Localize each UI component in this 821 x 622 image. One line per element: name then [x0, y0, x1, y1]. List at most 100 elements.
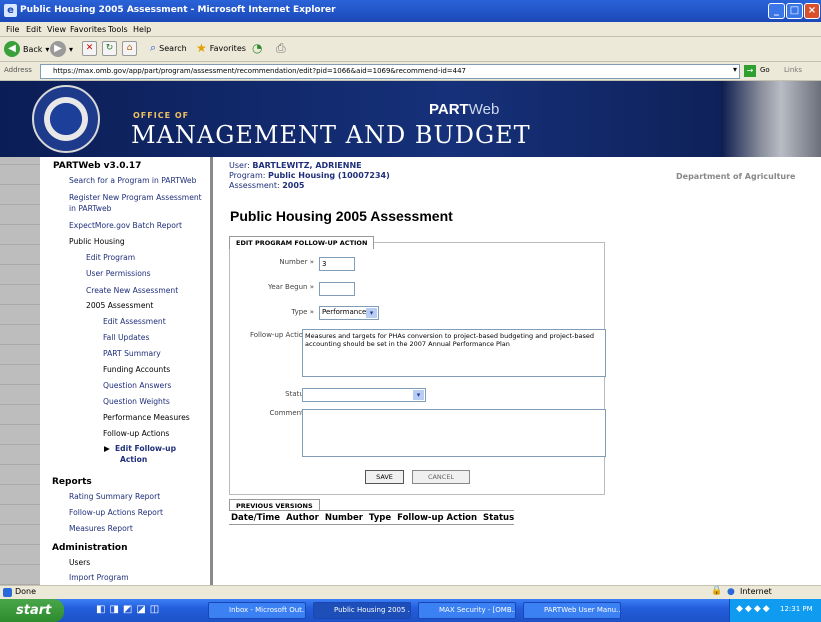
nav-user-permissions[interactable]: User Permissions: [86, 269, 151, 278]
back-button[interactable]: ◀ Back ▾: [4, 41, 49, 57]
chevron-down-icon: ▾: [366, 308, 377, 318]
nav-followup-actions[interactable]: Follow-up Actions: [103, 429, 169, 438]
menu-help[interactable]: Help: [133, 25, 151, 34]
nav-edit-followup-action[interactable]: Edit Follow-up: [115, 444, 176, 453]
followup-action-textarea[interactable]: Measures and targets for PHAs conversion…: [302, 329, 606, 377]
toolbar: ◀ Back ▾ ▶ ▾ ✕ ↻ ⌂ ⌕ Search ★ Favorites …: [0, 37, 821, 62]
nav-rating-summary-report[interactable]: Rating Summary Report: [69, 492, 160, 501]
minimize-button[interactable]: _: [768, 3, 785, 19]
system-tray: ◆◆◆◆ 12:31 PM: [729, 599, 821, 622]
start-button[interactable]: start: [0, 599, 64, 622]
home-button[interactable]: ⌂: [122, 41, 137, 56]
address-dropdown-icon[interactable]: ▾: [733, 65, 737, 74]
address-input[interactable]: https://max.omb.gov/app/part/program/ass…: [40, 64, 740, 79]
history-icon[interactable]: ◔: [252, 41, 262, 55]
year-begun-label: Year Begun »: [268, 283, 314, 291]
search-icon: ⌕: [150, 41, 157, 54]
window-title: Public Housing 2005 Assessment - Microso…: [20, 5, 336, 15]
number-label: Number »: [279, 258, 314, 266]
presidential-seal-icon: [32, 85, 100, 153]
menu-tools[interactable]: Tools: [108, 25, 128, 34]
links-button[interactable]: Links: [784, 66, 802, 74]
clock: 12:31 PM: [780, 605, 813, 613]
nav-question-weights[interactable]: Question Weights: [103, 397, 170, 406]
comments-textarea[interactable]: [302, 409, 606, 457]
go-arrow-icon[interactable]: →: [744, 65, 756, 77]
current-page-arrow-icon: ▶: [104, 444, 110, 453]
nav-edit-assessment[interactable]: Edit Assessment: [103, 317, 166, 326]
nav-administration-heading: Administration: [52, 543, 128, 553]
nav-followup-actions-report[interactable]: Follow-up Actions Report: [69, 508, 163, 517]
nav-measures-report[interactable]: Measures Report: [69, 524, 133, 533]
nav-2005-assessment: 2005 Assessment: [86, 301, 154, 310]
task-public-housing[interactable]: Public Housing 2005 ...: [313, 602, 411, 619]
omb-banner: OFFICE OF MANAGEMENT AND BUDGET PARTWeb: [0, 81, 821, 157]
window-title-bar[interactable]: e Public Housing 2005 Assessment - Micro…: [0, 0, 821, 22]
banner-office-of: OFFICE OF: [133, 111, 190, 120]
cancel-button[interactable]: CANCEL: [412, 470, 470, 484]
menu-file[interactable]: File: [6, 25, 19, 34]
number-field[interactable]: 3: [319, 257, 355, 271]
close-button[interactable]: ×: [804, 3, 820, 19]
nav-edit-followup-action-cont[interactable]: Action: [120, 455, 147, 464]
previous-versions-header: Date/Time Author Number Type Follow-up A…: [229, 510, 515, 525]
stop-button[interactable]: ✕: [82, 41, 97, 56]
program-label: Program:: [229, 171, 266, 180]
back-label: Back: [23, 44, 43, 54]
user-info: User: BARTLEWITZ, ADRIENNE: [229, 161, 362, 170]
program-info: Program: Public Housing (10007234): [229, 171, 390, 180]
nav-public-housing: Public Housing: [69, 237, 125, 246]
col-status: Status: [483, 513, 515, 523]
nav-funding-accounts[interactable]: Funding Accounts: [103, 365, 170, 374]
task-partweb-manual[interactable]: PARTWeb User Manu...: [523, 602, 621, 619]
task-max-security[interactable]: MAX Security - [OMB...: [418, 602, 516, 619]
nav-users[interactable]: Users: [69, 558, 90, 567]
nav-search-program[interactable]: Search for a Program in PARTWeb: [69, 176, 196, 185]
tray-icons[interactable]: ◆◆◆◆: [736, 604, 772, 614]
search-button[interactable]: ⌕ Search: [150, 41, 187, 55]
menu-view[interactable]: View: [47, 25, 66, 34]
nav-expectmore-report[interactable]: ExpectMore.gov Batch Report: [69, 221, 182, 230]
taskbar: start ◧◨◩◪◫ Inbox - Microsoft Out... Pub…: [0, 599, 821, 622]
forward-button[interactable]: ▶ ▾: [50, 41, 73, 57]
favorites-button[interactable]: ★ Favorites: [196, 41, 246, 55]
department-name: Department of Agriculture: [676, 172, 796, 181]
favorites-label: Favorites: [209, 43, 246, 53]
task-outlook[interactable]: Inbox - Microsoft Out...: [208, 602, 306, 619]
quicklaunch-icons[interactable]: ◧◨◩◪◫: [96, 604, 163, 615]
maximize-button[interactable]: □: [786, 3, 803, 19]
nav-import-program[interactable]: Import Program: [69, 573, 129, 582]
nav-fall-updates[interactable]: Fall Updates: [103, 333, 149, 342]
save-button[interactable]: SAVE: [365, 470, 404, 484]
nav-performance-measures[interactable]: Performance Measures: [103, 413, 190, 422]
back-arrow-icon: ◀: [4, 41, 20, 57]
nav-edit-program[interactable]: Edit Program: [86, 253, 135, 262]
menu-edit[interactable]: Edit: [26, 25, 42, 34]
address-label: Address: [4, 66, 32, 74]
star-icon: ★: [196, 41, 207, 55]
print-icon[interactable]: ⎙: [276, 41, 286, 56]
year-begun-field[interactable]: [319, 282, 355, 296]
edit-section-tab: EDIT PROGRAM FOLLOW-UP ACTION: [229, 236, 375, 249]
left-decorative-strip: [0, 157, 40, 585]
chevron-down-icon: ▾: [69, 44, 74, 54]
nav-register-assessment[interactable]: Register New Program Assessment: [69, 193, 202, 202]
user-label: User:: [229, 161, 250, 170]
chevron-down-icon: ▾: [413, 390, 424, 400]
start-label: start: [16, 603, 52, 618]
nav-question-answers[interactable]: Question Answers: [103, 381, 171, 390]
col-number: Number: [324, 513, 363, 523]
type-select[interactable]: Performance ▾: [319, 306, 379, 320]
security-zone: Internet: [740, 587, 772, 596]
partweb-logo: PARTWeb: [429, 101, 499, 118]
col-author: Author: [286, 513, 319, 523]
nav-create-assessment[interactable]: Create New Assessment: [86, 286, 178, 295]
partweb-logo-part: PART: [429, 101, 469, 118]
nav-part-summary[interactable]: PART Summary: [103, 349, 161, 358]
status-select[interactable]: ▾: [302, 388, 426, 402]
menu-favorites[interactable]: Favorites: [70, 25, 106, 34]
assessment-label: Assessment:: [229, 181, 280, 190]
go-button[interactable]: Go: [760, 66, 770, 74]
nav-register-assessment-cont[interactable]: in PARTweb: [69, 204, 111, 213]
refresh-button[interactable]: ↻: [102, 41, 117, 56]
